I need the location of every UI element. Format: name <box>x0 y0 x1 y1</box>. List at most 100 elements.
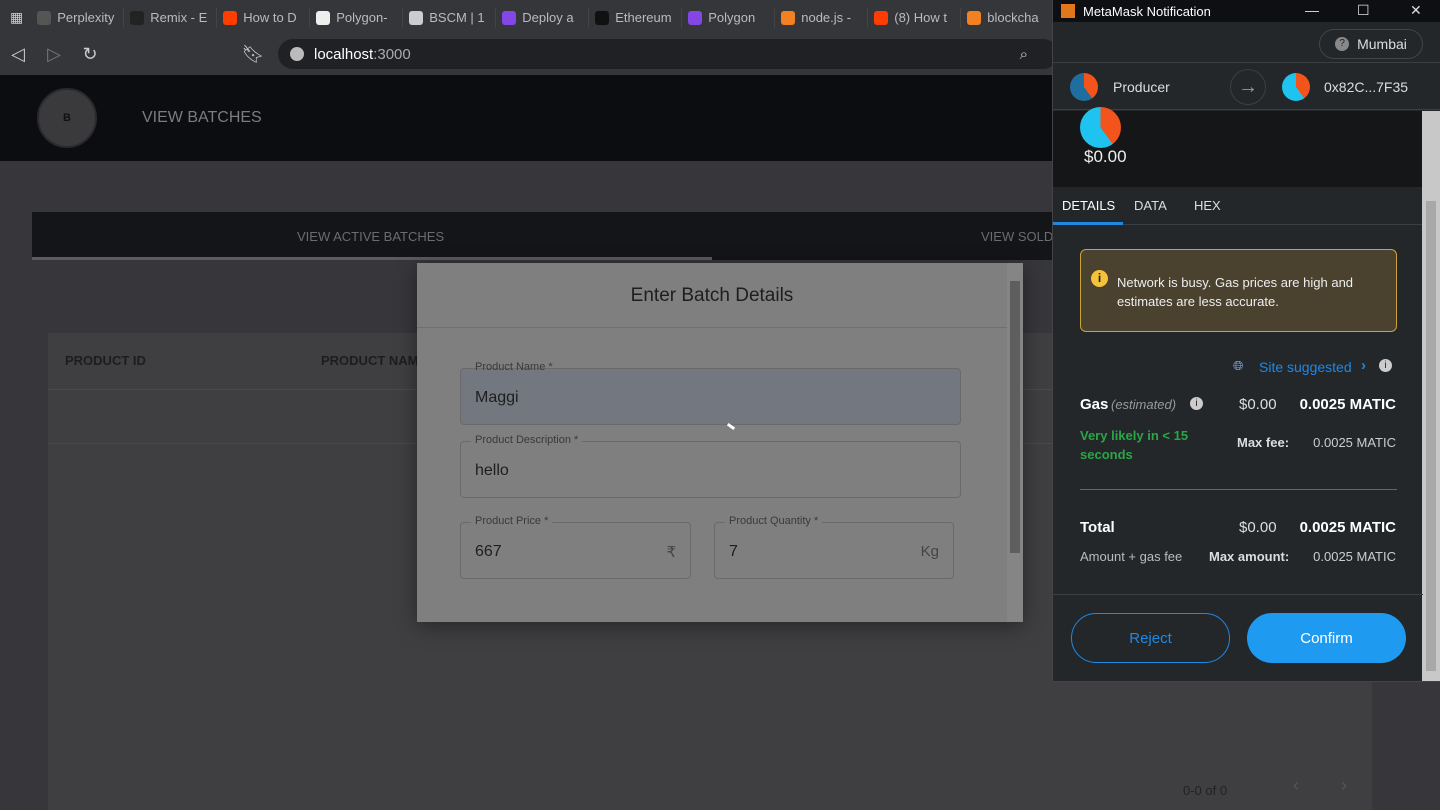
amount-value: $0.00 <box>1084 147 1127 166</box>
dialog-title: Enter Batch Details <box>630 285 794 306</box>
total-usd: $0.00 <box>1239 519 1277 536</box>
maximize-icon[interactable]: ☐ <box>1357 2 1370 19</box>
field-value: Maggi <box>475 389 519 406</box>
close-icon[interactable]: ✕ <box>1410 2 1422 19</box>
tab-label: BSCM | 1 <box>429 10 485 25</box>
tab-favicon-icon <box>223 10 238 25</box>
tab-favicon-icon <box>595 10 610 25</box>
gas-info-icon[interactable]: i <box>1190 397 1203 410</box>
reject-button[interactable]: Reject <box>1071 613 1230 663</box>
url-host: localhost <box>314 45 374 63</box>
browser-tab[interactable]: blockcha <box>961 7 1055 28</box>
confirm-button[interactable]: Confirm <box>1247 613 1406 663</box>
field-label: Product Name * <box>475 361 553 373</box>
tab-favicon-icon <box>688 10 703 25</box>
gas-estimated: (estimated) <box>1111 397 1177 412</box>
gas-usd: $0.00 <box>1239 396 1277 413</box>
browser-tab[interactable]: How to D <box>217 7 311 28</box>
tab-view-active-batches[interactable]: VIEW ACTIVE BATCHES <box>297 229 444 244</box>
tab-favicon-icon <box>874 10 889 25</box>
max-fee-label: Max fee: <box>1237 435 1290 450</box>
rupee-icon: ₹ <box>666 544 676 561</box>
browser-tab[interactable]: Perplexity <box>31 7 125 28</box>
prev-page-icon[interactable]: ‹ <box>1293 775 1299 796</box>
metamask-window: MetaMask Notification — ☐ ✕ ? Mumbai Pro… <box>1052 0 1440 682</box>
product-price-field[interactable]: Product Price * 667 ₹ <box>460 515 691 579</box>
arrow-right-icon: → <box>1230 69 1266 105</box>
tab-favicon-icon <box>130 10 145 25</box>
browser-tab[interactable]: Remix - E <box>124 7 218 28</box>
network-selector[interactable]: ? Mumbai <box>1319 29 1423 59</box>
tab-label: node.js - <box>801 10 852 25</box>
window-title: MetaMask Notification <box>1083 3 1211 19</box>
back-icon[interactable]: ◁ <box>0 44 36 65</box>
tab-favicon-icon <box>502 10 517 25</box>
minimize-icon[interactable]: — <box>1305 2 1319 18</box>
tab-data[interactable]: DATA <box>1134 198 1167 213</box>
browser-tab[interactable]: node.js - <box>775 7 869 28</box>
from-avatar <box>1070 73 1098 101</box>
total-label: Total <box>1080 519 1115 536</box>
help-icon: ? <box>1335 37 1350 51</box>
tab-label: Remix - E <box>150 10 208 25</box>
column-product-name: PRODUCT NAM <box>321 353 419 368</box>
apps-icon[interactable]: ▦ <box>10 9 23 26</box>
metamask-scrollbar[interactable] <box>1422 111 1440 681</box>
tab-label: Perplexity <box>57 10 115 25</box>
warning-info-icon: i <box>1091 270 1108 287</box>
batch-tabs: VIEW ACTIVE BATCHES VIEW SOLD <box>32 212 1062 260</box>
nav-view-batches[interactable]: VIEW BATCHES <box>142 109 262 127</box>
tab-hex[interactable]: HEX <box>1194 198 1221 213</box>
field-value: 667 <box>475 543 502 560</box>
tab-view-sold[interactable]: VIEW SOLD <box>981 229 1053 244</box>
zoom-icon[interactable]: ⌕ <box>1020 46 1028 63</box>
divider <box>1053 594 1423 595</box>
divider <box>1080 489 1397 490</box>
tab-label: Deploy a <box>522 10 574 25</box>
active-tab-indicator <box>32 257 712 260</box>
field-value: hello <box>475 462 509 479</box>
batch-details-dialog: Enter Batch Details Product Name * Maggi… <box>417 263 1023 622</box>
metamask-tabs: DETAILS DATA HEX <box>1053 187 1423 225</box>
app-header: B VIEW BATCHES <box>0 75 1060 161</box>
tab-label: blockcha <box>987 10 1039 25</box>
max-amount-label: Max amount: <box>1209 549 1290 564</box>
to-address[interactable]: 0x82C...7F35 <box>1324 79 1408 95</box>
tab-label: How to D <box>243 10 297 25</box>
forward-icon[interactable]: ▷ <box>36 44 72 65</box>
tab-details[interactable]: DETAILS <box>1062 198 1115 213</box>
browser-tab[interactable]: Deploy a <box>496 7 590 28</box>
total-matic: 0.0025 MATIC <box>1299 519 1396 536</box>
max-amount-value: 0.0025 MATIC <box>1313 549 1396 564</box>
amount-section: $0.00 <box>1053 107 1423 187</box>
tab-favicon-icon <box>409 10 424 25</box>
gas-timing: Very likely in < 15 seconds <box>1080 428 1189 462</box>
field-label: Product Price * <box>471 515 553 527</box>
tab-favicon-icon <box>781 10 796 25</box>
reload-icon[interactable]: ↻ <box>72 44 108 65</box>
site-suggested-link[interactable]: Site suggested <box>1259 359 1352 375</box>
product-quantity-field[interactable]: Product Quantity * 7 Kg <box>714 515 954 579</box>
browser-tab[interactable]: Polygon- <box>310 7 404 28</box>
active-tab-indicator <box>1053 222 1123 225</box>
from-account: Producer <box>1113 79 1170 95</box>
next-page-icon[interactable]: › <box>1341 775 1347 796</box>
product-description-field[interactable]: Product Description * hello <box>460 434 961 498</box>
browser-tab[interactable]: Ethereum <box>589 7 683 28</box>
url-input[interactable]: localhost:3000 ⌕ <box>278 39 1058 69</box>
window-titlebar: MetaMask Notification — ☐ ✕ <box>1053 0 1440 22</box>
address-bar-row: ◁ ▷ ↻ 🔖︎ localhost:3000 ⌕ <box>0 35 1060 73</box>
browser-tab[interactable]: Polygon <box>682 7 776 28</box>
dialog-scrollbar[interactable] <box>1007 263 1023 622</box>
field-label: Product Quantity * <box>725 515 823 527</box>
bookmark-icon[interactable]: 🔖︎ <box>235 44 271 65</box>
app-logo[interactable]: B <box>37 88 97 148</box>
field-value: 7 <box>729 543 738 560</box>
browser-tab[interactable]: BSCM | 1 <box>403 7 497 28</box>
tab-label: Polygon <box>708 10 756 25</box>
browser-tab[interactable]: (8) How t <box>868 7 962 28</box>
to-avatar <box>1282 73 1310 101</box>
product-name-field[interactable]: Product Name * Maggi <box>460 361 961 425</box>
info-icon[interactable]: i <box>1379 359 1392 372</box>
chevron-right-icon[interactable]: › <box>1361 357 1366 374</box>
